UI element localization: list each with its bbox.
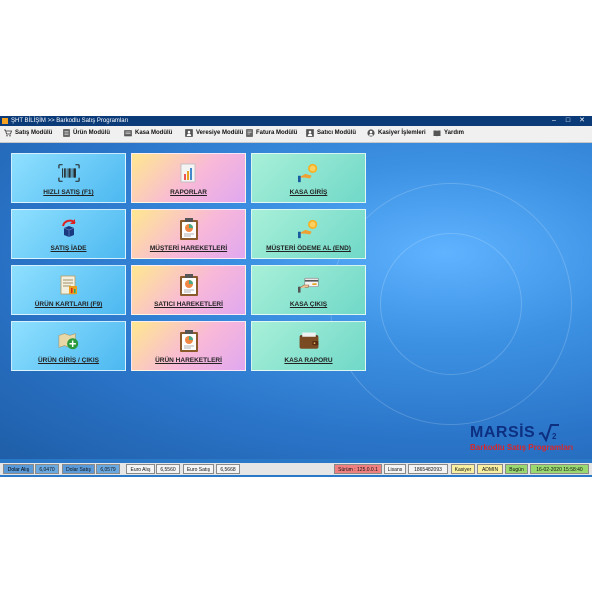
version-badge: Sürüm : 125.0.0.1 <box>334 464 382 474</box>
tile-urun-hareketleri[interactable]: ÜRÜN HAREKETLERİ <box>131 321 246 371</box>
lisans-label: Lisans <box>384 464 406 474</box>
brand-subtitle: Barkodlu Satış Programları <box>470 443 574 452</box>
menu-kasiyer-islemleri[interactable]: Kasiyer İşlemleri <box>367 129 426 137</box>
menu-label: Yardım <box>444 130 465 136</box>
dolar-alis-value: 6,0470 <box>35 464 59 474</box>
menu-satici-modulu[interactable]: Satıcı Modülü <box>306 129 356 137</box>
card-hand-icon <box>297 274 320 296</box>
tile-label: MÜŞTERİ ÖDEME AL (END) <box>266 245 351 252</box>
kasiyer-value: ADMIN <box>477 464 503 474</box>
dolar-satis-label: Dolar Satış <box>62 464 95 474</box>
tile-musteri-hareketleri[interactable]: MÜŞTERİ HAREKETLERİ <box>131 209 246 259</box>
tile-label: SATICI HAREKETLERİ <box>154 301 223 308</box>
close-button[interactable]: ✕ <box>578 116 586 126</box>
euro-alis-label: Euro Alış <box>126 464 155 474</box>
background-decoration <box>380 233 522 375</box>
bugun-value: 16-02-2020 15:58:40 <box>530 464 589 474</box>
window-title: ŞHT BİLİŞİM >> Barkodlu Satış Programlar… <box>11 118 129 124</box>
tile-musteri-odeme-al[interactable]: MÜŞTERİ ÖDEME AL (END) <box>251 209 366 259</box>
tile-hizli-satis[interactable]: HIZLI SATIŞ (F1) <box>11 153 126 203</box>
tile-raporlar[interactable]: RAPORLAR <box>131 153 246 203</box>
barcode-icon <box>57 162 80 184</box>
report-chart-icon <box>178 162 200 184</box>
maximize-button[interactable]: □ <box>564 116 572 126</box>
menu-label: Satıcı Modülü <box>317 130 356 136</box>
document-icon <box>63 129 70 137</box>
euro-satis-label: Euro Satış <box>183 464 214 474</box>
menu-bar: Satış Modülü Ürün Modülü Kasa Modülü Ver… <box>0 126 592 143</box>
seller-card-icon <box>306 129 314 137</box>
tile-satis-iade[interactable]: SATIŞ İADE <box>11 209 126 259</box>
menu-label: Ürün Modülü <box>73 130 110 136</box>
tile-label: ÜRÜN KARTLARI (F9) <box>34 301 103 308</box>
bugun-label: Bugün <box>505 464 528 474</box>
menu-label: Veresiye Modülü <box>196 130 244 136</box>
tile-label: SATIŞ İADE <box>50 245 87 252</box>
coin-hand-icon <box>297 162 320 184</box>
euro-alis-value: 6,5560 <box>156 464 180 474</box>
tile-label: KASA GİRİŞ <box>289 189 328 196</box>
tile-label: ÜRÜN GİRİŞ / ÇIKIŞ <box>37 357 100 364</box>
minimize-button[interactable]: – <box>550 116 558 126</box>
wallet-icon <box>298 330 320 352</box>
tile-urun-giris-cikis[interactable]: ÜRÜN GİRİŞ / ÇIKIŞ <box>11 321 126 371</box>
tile-label: HIZLI SATIŞ (F1) <box>43 189 94 196</box>
tile-kasa-cikis[interactable]: KASA ÇIKIŞ <box>251 265 366 315</box>
tile-label: ÜRÜN HAREKETLERİ <box>155 357 222 364</box>
tile-label: RAPORLAR <box>170 189 207 196</box>
tile-urun-kartlari[interactable]: ÜRÜN KARTLARI (F9) <box>11 265 126 315</box>
cashbox-icon <box>124 130 132 137</box>
sqrt-logo-icon: 2 <box>538 424 560 442</box>
menu-label: Kasiyer İşlemleri <box>378 130 426 136</box>
help-book-icon <box>433 130 441 137</box>
coin-hand-icon <box>297 218 320 240</box>
svg-text:2: 2 <box>552 432 557 441</box>
tile-label: KASA ÇIKIŞ <box>289 301 328 308</box>
dolar-satis-value: 6,0579 <box>96 464 120 474</box>
title-bar: ŞHT BİLİŞİM >> Barkodlu Satış Programlar… <box>0 116 592 126</box>
status-bar: Dolar Alış 6,0470 Dolar Satış 6,0579 Eur… <box>0 463 592 475</box>
lisans-value: 1865482093 <box>408 464 448 474</box>
map-plus-icon <box>58 330 80 352</box>
menu-label: Fatura Modülü <box>256 130 298 136</box>
tile-kasa-giris[interactable]: KASA GİRİŞ <box>251 153 366 203</box>
clipboard-chart-icon <box>178 330 200 352</box>
app-icon <box>2 118 8 124</box>
kasiyer-label: Kasiyer <box>451 464 475 474</box>
tile-label: MÜŞTERİ HAREKETLERİ <box>149 245 228 252</box>
menu-label: Satış Modülü <box>15 130 53 136</box>
menu-label: Kasa Modülü <box>135 130 173 136</box>
person-card-icon <box>185 129 193 137</box>
cart-icon <box>4 129 12 137</box>
menu-urun-modulu[interactable]: Ürün Modülü <box>63 129 110 137</box>
menu-fatura-modulu[interactable]: Fatura Modülü <box>246 129 297 137</box>
clipboard-chart-icon <box>178 274 200 296</box>
user-icon <box>367 129 375 137</box>
invoice-icon <box>246 129 253 137</box>
tile-kasa-raporu[interactable]: KASA RAPORU <box>251 321 366 371</box>
clipboard-chart-icon <box>178 218 200 240</box>
menu-veresiye-modulu[interactable]: Veresiye Modülü <box>185 129 243 137</box>
menu-kasa-modulu[interactable]: Kasa Modülü <box>124 129 172 137</box>
brand-name: MARSİS <box>470 424 536 441</box>
dolar-alis-label: Dolar Alış <box>3 464 34 474</box>
brand-logo: MARSİS 2 Barkodlu Satış Programları <box>470 424 580 452</box>
return-box-icon <box>58 218 80 240</box>
product-card-icon <box>58 274 80 296</box>
tile-satici-hareketleri[interactable]: SATICI HAREKETLERİ <box>131 265 246 315</box>
menu-yardim[interactable]: Yardım <box>433 129 464 137</box>
tile-label: KASA RAPORU <box>284 357 333 364</box>
euro-satis-value: 6,5668 <box>216 464 240 474</box>
menu-satis-modulu[interactable]: Satış Modülü <box>4 129 52 137</box>
